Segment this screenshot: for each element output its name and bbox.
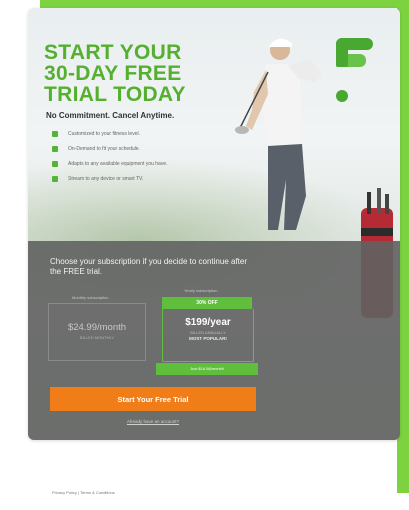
tv-icon [52, 176, 58, 182]
logo-dot [336, 90, 348, 102]
hero-title-line-3: TRIAL TODAY [44, 83, 186, 106]
yearly-plan-option[interactable]: $199/year BILLED ANNUALLY MOST POPULAR! [162, 309, 254, 362]
monthly-equivalent-bar: Just $16.58/month! [156, 363, 258, 375]
most-popular-label: MOST POPULAR! [189, 336, 227, 341]
start-free-trial-button[interactable]: Start Your Free Trial [50, 387, 256, 411]
hero-title-line-1: START YOUR [44, 41, 182, 64]
yearly-price: $199/year [185, 317, 231, 328]
logo-stem [336, 38, 348, 67]
feature-item: On-Demand to fit your schedule. [52, 142, 262, 156]
hero-title: START YOUR 30-DAY FREE TRIAL TODAY [44, 42, 254, 105]
calendar-icon [52, 146, 58, 152]
hero-subtitle: No Commitment. Cancel Anytime. [46, 111, 175, 120]
monthly-plan-label: Monthly subscription [72, 295, 109, 300]
monthly-plan-option[interactable]: $24.99/month BILLED MONTHLY [48, 303, 146, 361]
feature-text: Customized to your fitness level. [68, 131, 140, 137]
hero-title-line-2: 30-DAY FREE [44, 62, 182, 85]
feature-text: Adapts to any available equipment you ha… [68, 161, 168, 167]
monthly-billing: BILLED MONTHLY [79, 335, 115, 340]
feature-list: Customized to your fitness level. On-Dem… [52, 127, 262, 187]
yearly-plan-label: Yearly subscription [184, 288, 218, 293]
brand-logo [336, 38, 376, 110]
feature-text: On-Demand to fit your schedule. [68, 146, 140, 152]
feature-item: Stream to any device or smart TV. [52, 172, 262, 186]
monthly-price: $24.99/month [67, 322, 127, 333]
feature-item: Adapts to any available equipment you ha… [52, 157, 262, 171]
discount-badge: 30% OFF [162, 297, 252, 309]
subscription-panel: Choose your subscription if you decide t… [28, 241, 400, 440]
target-icon [52, 131, 58, 137]
subscription-prompt: Choose your subscription if you decide t… [50, 257, 248, 276]
feature-item: Customized to your fitness level. [52, 127, 262, 141]
top-accent-stripe [40, 0, 409, 8]
feature-text: Stream to any device or smart TV. [68, 176, 144, 182]
dumbbell-icon [52, 161, 58, 167]
footer-links[interactable]: Privacy Policy | Terms & Conditions [52, 490, 115, 495]
already-have-account-link[interactable]: Already have an account? [28, 419, 278, 424]
yearly-billing: BILLED ANNUALLY [190, 330, 226, 335]
signup-card: START YOUR 30-DAY FREE TRIAL TODAY No Co… [28, 8, 400, 440]
